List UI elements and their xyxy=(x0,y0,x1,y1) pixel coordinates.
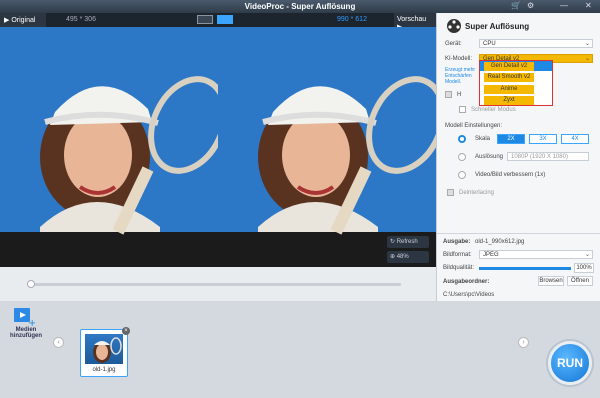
quality-fill xyxy=(479,267,571,270)
quality-label: Bildqualität: xyxy=(443,265,475,271)
deinterlace-checkbox[interactable] xyxy=(447,189,454,196)
preview-tab[interactable]: Vorschau ▶ xyxy=(394,13,436,31)
timeline-track[interactable] xyxy=(31,283,401,286)
resolution-select[interactable]: 1080P (1920 X 1080) xyxy=(507,152,589,161)
dropdown-option[interactable]: Gen Detail v2 xyxy=(484,62,534,71)
timeline-bar xyxy=(0,267,436,301)
enhance-radio[interactable] xyxy=(458,171,466,179)
original-image xyxy=(0,27,218,267)
dropdown-option[interactable]: Real Smooth v2 xyxy=(484,73,534,82)
output-image xyxy=(218,27,436,267)
deinterlace-label: Deinterlacing xyxy=(459,190,495,196)
output-label: Ausgabe: xyxy=(443,239,471,245)
thumbnail-picture xyxy=(93,337,122,363)
window-title: VideoProc - Super Auflösung xyxy=(244,2,356,11)
scroll-right-button[interactable]: › xyxy=(518,337,529,348)
refresh-label: Refresh xyxy=(396,239,418,245)
add-media-label[interactable]: Medien hinzufügen xyxy=(6,327,46,339)
enhance-label: Video/Bild verbessern (1x) xyxy=(475,172,546,178)
minimize-button[interactable]: — xyxy=(560,1,568,10)
panel-title: Super Auflösung xyxy=(465,22,530,31)
dropdown-option[interactable]: Anime xyxy=(484,85,534,94)
run-button[interactable]: RUN xyxy=(548,341,592,385)
chevron-down-icon: ⌄ xyxy=(584,41,590,47)
thumbnail-image xyxy=(85,334,123,364)
device-select[interactable]: CPU ⌄ xyxy=(479,39,593,48)
model-settings-label: Modell Einstellungen: xyxy=(445,123,503,129)
output-dimensions: 990 * 612 xyxy=(337,16,367,23)
scale-3x-button[interactable]: 3X xyxy=(529,134,557,144)
original-label: Original xyxy=(11,17,36,24)
original-preview-pane xyxy=(0,27,218,267)
zoom-control[interactable]: ⊕ 48% xyxy=(387,251,429,263)
refresh-button[interactable]: ↻ Refresh xyxy=(387,236,429,248)
folder-path: C:\Users\pc\Videos xyxy=(443,292,495,298)
dropdown-option[interactable]: Zyxt xyxy=(484,96,534,105)
add-media-icon[interactable]: + xyxy=(13,305,35,327)
folder-label: Ausgabeordner: xyxy=(443,279,490,285)
chevron-down-icon: ⌄ xyxy=(584,252,590,258)
viewer-toolbar: ▶ Original 495 * 306 990 * 612 Vorschau … xyxy=(0,13,436,31)
preview-label: Vorschau xyxy=(397,16,427,23)
split-view-toggle[interactable] xyxy=(197,15,213,24)
chevron-down-icon: ⌄ xyxy=(584,56,590,62)
scale-radio[interactable] xyxy=(458,135,466,143)
format-value: JPEG xyxy=(483,252,499,258)
device-value: CPU xyxy=(483,41,496,47)
browse-button[interactable]: Browsen xyxy=(538,276,564,286)
resolution-label: Auslösung xyxy=(475,154,504,160)
format-label: Bildformat: xyxy=(443,252,472,258)
thumbnail-name: old-1.jpg xyxy=(92,367,116,373)
device-label: Gerät: xyxy=(445,41,462,47)
fast-mode-checkbox[interactable] xyxy=(459,106,466,113)
divider xyxy=(437,233,600,234)
scroll-left-button[interactable]: ‹ xyxy=(53,337,64,348)
model-dropdown: Gen Detail v2 Real Smooth v2 Anime Zyxt xyxy=(479,60,553,106)
scale-2x-button[interactable]: 2X xyxy=(497,134,525,144)
hidden-row-label: H xyxy=(457,92,462,98)
remove-thumbnail-icon[interactable]: × xyxy=(122,327,130,335)
side-by-side-toggle[interactable] xyxy=(217,15,233,24)
scale-label: Skala xyxy=(475,136,491,142)
media-bar: + Medien hinzufügen ‹ old-1.jpg × › RUN xyxy=(0,301,600,398)
output-filename: old-1_990x612.jpg xyxy=(475,239,525,245)
settings-icon[interactable]: ⚙ xyxy=(527,1,534,10)
title-bar: VideoProc - Super Auflösung 🛒 ⚙ — ✕ xyxy=(0,0,600,13)
original-tab[interactable]: ▶ Original xyxy=(0,13,46,27)
quality-track[interactable] xyxy=(479,267,571,270)
film-reel-icon xyxy=(447,19,461,33)
quality-value[interactable]: 100% xyxy=(574,263,594,273)
format-select[interactable]: JPEG ⌄ xyxy=(479,250,593,259)
model-label: KI-Modell: xyxy=(445,56,473,62)
fast-mode-label: Schneller Modus xyxy=(471,107,516,113)
open-button[interactable]: Öffnen xyxy=(567,276,593,286)
cart-icon[interactable]: 🛒 xyxy=(511,1,521,10)
svg-text:+: + xyxy=(28,318,35,327)
output-preview-pane xyxy=(218,27,436,267)
media-thumbnail[interactable]: old-1.jpg × xyxy=(80,327,130,377)
timeline-handle[interactable] xyxy=(27,280,35,288)
checkbox-hidden[interactable] xyxy=(445,91,452,98)
scale-4x-button[interactable]: 4X xyxy=(561,134,589,144)
zoom-label: 48% xyxy=(396,254,409,260)
resolution-radio[interactable] xyxy=(458,153,466,161)
original-dimensions: 495 * 306 xyxy=(66,16,96,23)
settings-panel: Super Auflösung Gerät: CPU ⌄ KI-Modell: G… xyxy=(436,13,600,301)
close-button[interactable]: ✕ xyxy=(585,1,592,10)
resolution-value: 1080P (1920 X 1080) xyxy=(511,154,568,160)
